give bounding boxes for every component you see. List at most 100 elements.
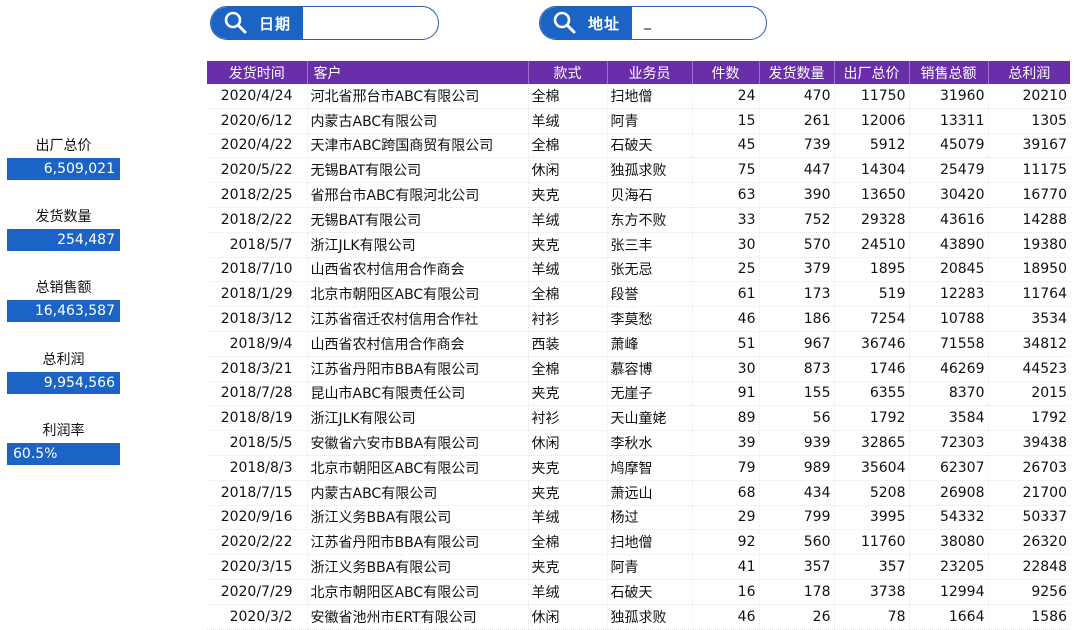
cell-ship-date: 2018/1/29: [207, 281, 308, 308]
cell-total-profit: 11764: [988, 281, 1070, 308]
cell-total-profit: 50337: [988, 505, 1070, 531]
date-search-button[interactable]: 日期: [211, 7, 303, 39]
table-row[interactable]: 2020/9/16 浙江义务BBA有限公司 羊绒 杨过 29 799 3995 54332 50…: [207, 505, 1070, 531]
cell-style: 羊绒: [528, 207, 608, 233]
header-ship-quantity[interactable]: 发货数量: [759, 61, 835, 84]
cell-salesperson: 张无忌: [607, 257, 693, 283]
cell-ship-quantity: 799: [759, 505, 835, 531]
table-row[interactable]: 2018/7/10 山西省农村信用合作商会 羊绒 张无忌 25 379 1895 20845 1…: [207, 257, 1070, 283]
kpi-label-factory-total: 出厂总价: [35, 138, 92, 154]
cell-total-profit: 18950: [988, 257, 1070, 283]
cell-pieces: 39: [692, 430, 760, 456]
table-row[interactable]: 2018/9/4 山西省农村信用合作商会 西装 萧峰 51 967 36746 71558 34…: [207, 331, 1070, 357]
table-row[interactable]: 2018/7/28 昆山市ABC有限责任公司 夹克 无崖子 91 155 6355 8370 2…: [207, 381, 1070, 407]
cell-style: 西装: [528, 331, 608, 357]
cell-ship-quantity: 989: [759, 455, 835, 481]
header-sales-total[interactable]: 销售总额: [909, 61, 989, 84]
kpi-value-total-profit: 9,954,566: [7, 372, 120, 394]
header-factory-total[interactable]: 出厂总价: [834, 61, 910, 84]
kpi-value-total-sales: 16,463,587: [7, 300, 120, 322]
cell-pieces: 25: [692, 257, 760, 283]
cell-salesperson: 阿青: [607, 554, 693, 580]
cell-factory-total: 1895: [834, 257, 910, 283]
cell-factory-total: 13650: [834, 182, 910, 208]
table-row[interactable]: 2018/2/22 无锡BAT有限公司 羊绒 东方不败 33 752 29328 43616 1…: [207, 207, 1070, 233]
cell-sales-total: 20845: [909, 257, 989, 283]
cell-sales-total: 3584: [909, 405, 989, 432]
table-row[interactable]: 2018/2/25 省邢台市ABC有限河北公司 夹克 贝海石 63 390 13650 304…: [207, 182, 1070, 208]
cell-ship-date: 2018/8/19: [207, 405, 308, 432]
table-row[interactable]: 2018/5/5 安徽省六安市BBA有限公司 休闲 李秋水 39 939 32865 7230…: [207, 430, 1070, 456]
table-row[interactable]: 2020/4/24 河北省邢台市ABC有限公司 全棉 扫地僧 24 470 11750 319…: [207, 84, 1070, 109]
cell-style: 羊绒: [528, 505, 608, 531]
cell-total-profit: 26703: [988, 455, 1070, 481]
cell-ship-date: 2020/5/22: [207, 157, 308, 184]
table-row[interactable]: 2020/5/22 无锡BAT有限公司 休闲 独孤求败 75 447 14304 25479 1…: [207, 157, 1070, 184]
cell-sales-total: 12283: [909, 281, 989, 308]
table-row[interactable]: 2018/3/21 江苏省丹阳市BBA有限公司 全棉 慕容博 30 873 1746 4626…: [207, 356, 1070, 382]
cell-sales-total: 43616: [909, 207, 989, 233]
table-row[interactable]: 2018/3/12 江苏省宿迁农村信用合作社 衬衫 李莫愁 46 186 7254 10788…: [207, 306, 1070, 332]
table-row[interactable]: 2020/3/2 安徽省池州市ERT有限公司 休闲 独孤求败 46 26 78 1664 158…: [207, 604, 1070, 630]
header-ship-date[interactable]: 发货时间: [207, 61, 308, 84]
header-style[interactable]: 款式: [528, 61, 608, 84]
cell-salesperson: 阿青: [607, 108, 693, 134]
cell-style: 衬衫: [528, 405, 608, 432]
cell-ship-date: 2018/3/12: [207, 306, 308, 332]
cell-pieces: 75: [692, 157, 760, 184]
cell-factory-total: 32865: [834, 430, 910, 456]
header-pieces[interactable]: 件数: [692, 61, 760, 84]
cell-salesperson: 萧峰: [607, 331, 693, 357]
cell-factory-total: 1792: [834, 405, 910, 432]
table-row[interactable]: 2018/5/7 浙江JLK有限公司 夹克 张三丰 30 570 24510 43890 193…: [207, 232, 1070, 258]
cell-style: 夹克: [528, 455, 608, 481]
cell-total-profit: 1792: [988, 405, 1070, 432]
cell-ship-date: 2018/5/7: [207, 232, 308, 258]
header-customer[interactable]: 客户: [307, 61, 529, 84]
table-row[interactable]: 2020/4/22 天津市ABC跨国商贸有限公司 全棉 石破天 45 739 5912 450…: [207, 133, 1070, 159]
cell-sales-total: 12994: [909, 579, 989, 605]
cell-pieces: 46: [692, 306, 760, 332]
cell-sales-total: 72303: [909, 430, 989, 456]
cell-ship-date: 2018/3/21: [207, 356, 308, 382]
cell-factory-total: 36746: [834, 331, 910, 357]
table-row[interactable]: 2018/1/29 北京市朝阳区ABC有限公司 全棉 段誉 61 173 519 12283 1…: [207, 281, 1070, 308]
cell-pieces: 29: [692, 505, 760, 531]
cell-ship-date: 2020/3/2: [207, 604, 308, 630]
cell-sales-total: 43890: [909, 232, 989, 258]
address-search-input[interactable]: _: [644, 14, 651, 30]
cell-style: 全棉: [528, 133, 608, 159]
shipment-table: 发货时间 客户 款式 业务员 件数 发货数量 出厂总价 销售总额 总利润 202…: [207, 61, 1070, 630]
cell-ship-quantity: 155: [759, 381, 835, 407]
cell-salesperson: 无崖子: [607, 381, 693, 407]
table-row[interactable]: 2020/6/12 内蒙古ABC有限公司 羊绒 阿青 15 261 12006 13311 13…: [207, 108, 1070, 134]
table-row[interactable]: 2020/3/15 浙江义务BBA有限公司 夹克 阿青 41 357 357 23205 228…: [207, 554, 1070, 580]
table-row[interactable]: 2018/7/15 内蒙古ABC有限公司 夹克 萧远山 68 434 5208 26908 21…: [207, 480, 1070, 506]
table-row[interactable]: 2020/7/29 北京市朝阳区ABC有限公司 羊绒 石破天 16 178 3738 1299…: [207, 579, 1070, 605]
cell-pieces: 92: [692, 529, 760, 556]
table-row[interactable]: 2018/8/19 浙江JLK有限公司 衬衫 天山童姥 89 56 1792 3584 1792: [207, 405, 1070, 432]
cell-salesperson: 萧远山: [607, 480, 693, 506]
cell-factory-total: 6355: [834, 381, 910, 407]
cell-sales-total: 62307: [909, 455, 989, 481]
header-salesperson[interactable]: 业务员: [607, 61, 693, 84]
cell-customer: 浙江JLK有限公司: [307, 232, 529, 258]
cell-sales-total: 26908: [909, 480, 989, 506]
cell-customer: 无锡BAT有限公司: [307, 207, 529, 233]
kpi-label-profit-rate: 利润率: [42, 423, 85, 439]
cell-customer: 内蒙古ABC有限公司: [307, 480, 529, 506]
cell-customer: 浙江JLK有限公司: [307, 405, 529, 432]
cell-total-profit: 1305: [988, 108, 1070, 134]
cell-total-profit: 21700: [988, 480, 1070, 506]
address-search-bar: 地址 _: [539, 6, 767, 40]
kpi-value-ship-quantity: 254,487: [7, 229, 120, 251]
cell-total-profit: 39167: [988, 133, 1070, 159]
header-total-profit[interactable]: 总利润: [988, 61, 1070, 84]
table-row[interactable]: 2018/8/3 北京市朝阳区ABC有限公司 夹克 鸠摩智 79 989 35604 6230…: [207, 455, 1070, 481]
cell-pieces: 15: [692, 108, 760, 134]
cell-ship-date: 2020/4/24: [207, 84, 308, 109]
address-search-button[interactable]: 地址: [540, 7, 632, 39]
cell-style: 夹克: [528, 182, 608, 208]
table-row[interactable]: 2020/2/22 江苏省丹阳市BBA有限公司 全棉 扫地僧 92 560 11760 380…: [207, 529, 1070, 556]
cell-sales-total: 23205: [909, 554, 989, 580]
